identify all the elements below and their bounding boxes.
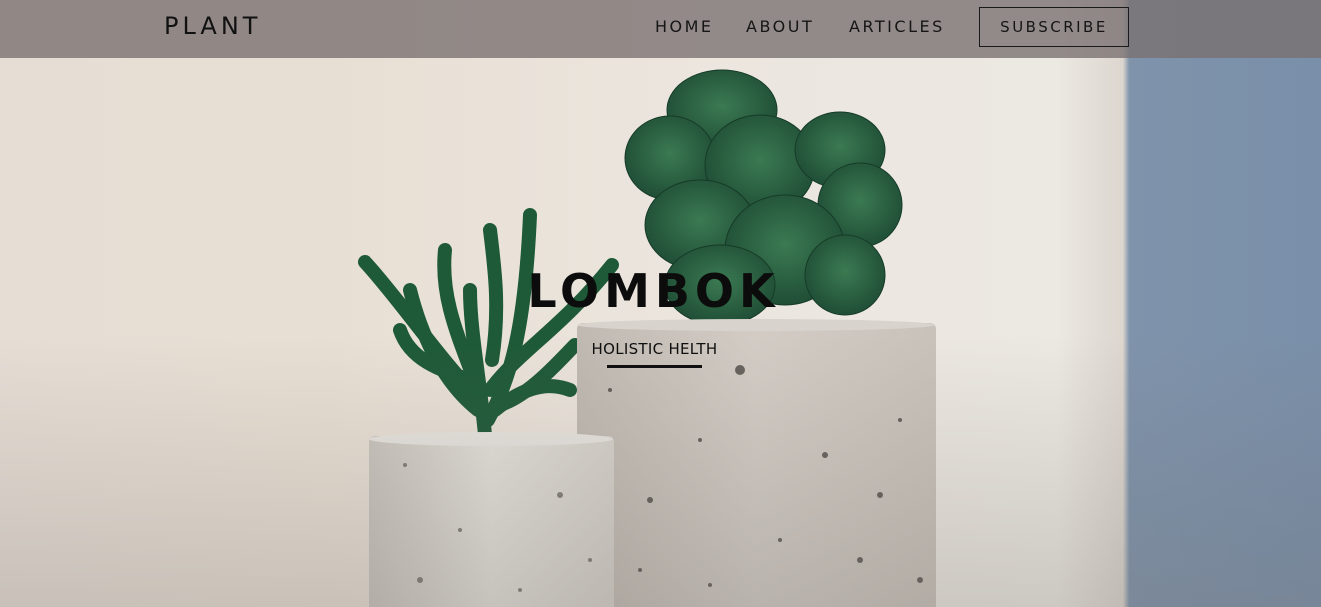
- brand-logo[interactable]: PLANT: [164, 12, 261, 40]
- nav-link-home[interactable]: HOME: [655, 17, 714, 36]
- hero-underline-divider: [607, 365, 702, 368]
- nav-link-about[interactable]: ABOUT: [746, 17, 814, 36]
- nav-link-articles[interactable]: ARTICLES: [849, 17, 945, 36]
- navbar: PLANT HOME ABOUT ARTICLES SUBSCRIBE: [0, 0, 1321, 58]
- subscribe-button[interactable]: SUBSCRIBE: [979, 7, 1129, 47]
- hero-title: LOMBOK: [527, 264, 780, 318]
- hero-subtitle: HOLISTIC HELTH: [591, 340, 718, 358]
